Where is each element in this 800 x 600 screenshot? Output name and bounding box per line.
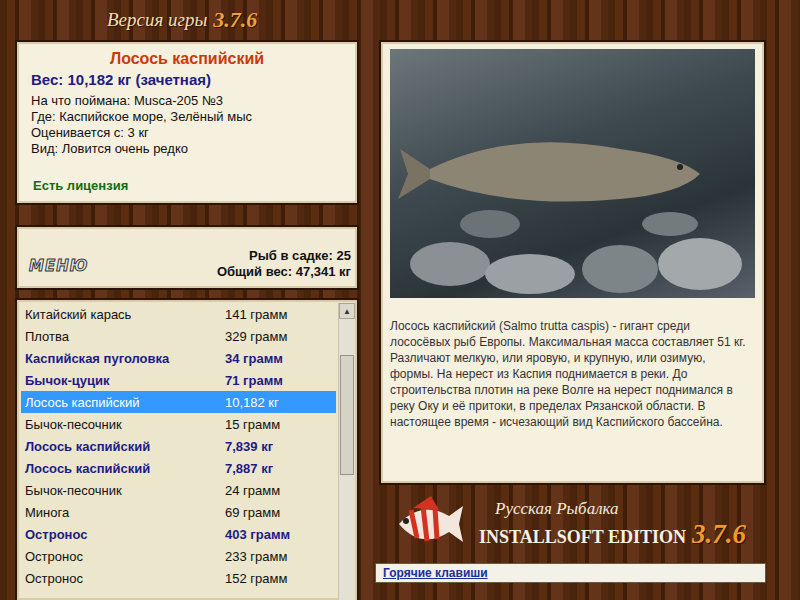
keepnet-summary: Рыб в садке: 25Общий вес: 47,341 кг [217, 248, 351, 280]
catch-row[interactable]: Минога69 грамм [21, 501, 336, 523]
catch-name: Минога [25, 505, 225, 520]
catch-weight: 69 грамм [225, 505, 280, 520]
catch-list: Китайский карась141 граммПлотва329 грамм… [15, 298, 359, 600]
hotkeys-row: Горячие клавиши [379, 563, 766, 583]
catch-row[interactable]: Бычок-песочник15 грамм [21, 413, 336, 435]
left-column: Лосось каспийский Вес: 10,182 кг (зачетна… [15, 40, 359, 600]
catch-name: Китайский карась [25, 307, 225, 322]
logo-edition-row: INSTALLSOFT EDITION 3.7.6 [479, 519, 746, 550]
fish-count: Рыб в садке: 25 [217, 248, 351, 264]
catch-weight: 329 грамм [225, 329, 287, 344]
catch-row[interactable]: Бычок-песочник24 грамм [21, 479, 336, 501]
fish-info-card: Лосось каспийский Вес: 10,182 кг (зачетна… [15, 40, 359, 205]
catch-row[interactable]: Лосось каспийский10,182 кг [21, 391, 336, 413]
catch-row[interactable]: Остронос403 грамм [21, 523, 336, 545]
catch-weight: 71 грамм [225, 373, 283, 388]
version-number: 3.7.6 [213, 7, 257, 33]
catch-weight: 7,887 кг [225, 461, 273, 476]
detail-line: На что поймана: Musca-205 №3 [31, 93, 343, 109]
catch-row[interactable]: Китайский карась141 грамм [21, 303, 336, 325]
fish-logo-icon [391, 494, 467, 554]
logo-version: 3.7.6 [692, 519, 746, 550]
scroll-up-icon[interactable]: ▲ [339, 303, 355, 319]
right-column: Лосось каспийский (Salmo trutta caspis) … [379, 40, 766, 600]
fish-photo [390, 49, 755, 298]
fish-photo-card: Лосось каспийский (Salmo trutta caspis) … [379, 40, 766, 485]
catch-weight: 34 грамм [225, 351, 283, 366]
catch-rows: Китайский карась141 граммПлотва329 грамм… [21, 303, 336, 600]
salmon-photo-icon [390, 49, 752, 298]
scrollbar[interactable]: ▲ [338, 303, 355, 600]
catch-name: Лосось каспийский [25, 395, 225, 410]
version-header: Версия игры 3.7.6 [15, 0, 800, 40]
catch-weight: 10,182 кг [225, 395, 279, 410]
catch-weight: 152 грамм [225, 571, 287, 586]
menu-button[interactable]: МЕНЮ [25, 256, 92, 276]
catch-name: Остронос [25, 527, 225, 542]
hotkeys-button[interactable]: Горячие клавиши [375, 563, 766, 583]
catch-name: Бычок-цуцик [25, 373, 225, 388]
logo-title: Русская Рыбалка [479, 499, 746, 519]
catch-row[interactable]: Остронос152 грамм [21, 567, 336, 589]
detail-line: Оценивается с: 3 кг [31, 125, 343, 141]
total-weight: Общий вес: 47,341 кг [217, 264, 351, 280]
catch-row[interactable]: Лосось каспийский7,887 кг [21, 457, 336, 479]
fish-description: Лосось каспийский (Salmo trutta caspis) … [390, 318, 755, 430]
game-screen: Версия игры 3.7.6 Лосось каспийский Вес: 1… [0, 0, 800, 600]
catch-weight: 15 грамм [225, 417, 280, 432]
catch-row[interactable]: Каспийская пуголовка34 грамм [21, 347, 336, 369]
catch-name: Плотва [25, 329, 225, 344]
main-area: Лосось каспийский Вес: 10,182 кг (зачетна… [15, 40, 800, 600]
catch-weight: 7,839 кг [225, 439, 273, 454]
detail-line: Где: Каспийское море, Зелёный мыс [31, 109, 343, 125]
game-logo: Русская Рыбалка INSTALLSOFT EDITION 3.7.6 [379, 485, 766, 563]
catch-row[interactable]: Остронос233 грамм [21, 545, 336, 567]
catch-weight: 141 грамм [225, 307, 287, 322]
catch-weight: 403 грамм [225, 527, 290, 542]
catch-weight: 24 грамм [225, 483, 280, 498]
detail-line: Вид: Ловится очень редко [31, 141, 343, 157]
scroll-thumb[interactable] [340, 355, 354, 475]
keepnet-panel: МЕНЮ Рыб в садке: 25Общий вес: 47,341 кг [15, 225, 359, 290]
catch-name: Бычок-песочник [25, 417, 225, 432]
catch-name: Каспийская пуголовка [25, 351, 225, 366]
fish-name: Лосось каспийский [31, 50, 343, 68]
logo-texts: Русская Рыбалка INSTALLSOFT EDITION 3.7.6 [479, 499, 746, 550]
license-status: Есть лицензия [31, 178, 343, 193]
catch-weight: 233 грамм [225, 549, 287, 564]
catch-name: Лосось каспийский [25, 439, 225, 454]
catch-row[interactable]: Лосось каспийский7,839 кг [21, 435, 336, 457]
catch-row[interactable]: Плотва329 грамм [21, 325, 336, 347]
fish-weight: Вес: 10,182 кг (зачетная) [31, 71, 343, 88]
fish-details: На что поймана: Musca-205 №3Где: Каспийс… [31, 93, 343, 157]
catch-name: Остронос [25, 549, 225, 564]
catch-row[interactable]: Бычок-цуцик71 грамм [21, 369, 336, 391]
catch-name: Лосось каспийский [25, 461, 225, 476]
catch-name: Бычок-песочник [25, 483, 225, 498]
catch-name: Остронос [25, 571, 225, 586]
logo-edition: INSTALLSOFT EDITION [479, 527, 686, 548]
version-label: Версия игры [107, 9, 207, 31]
